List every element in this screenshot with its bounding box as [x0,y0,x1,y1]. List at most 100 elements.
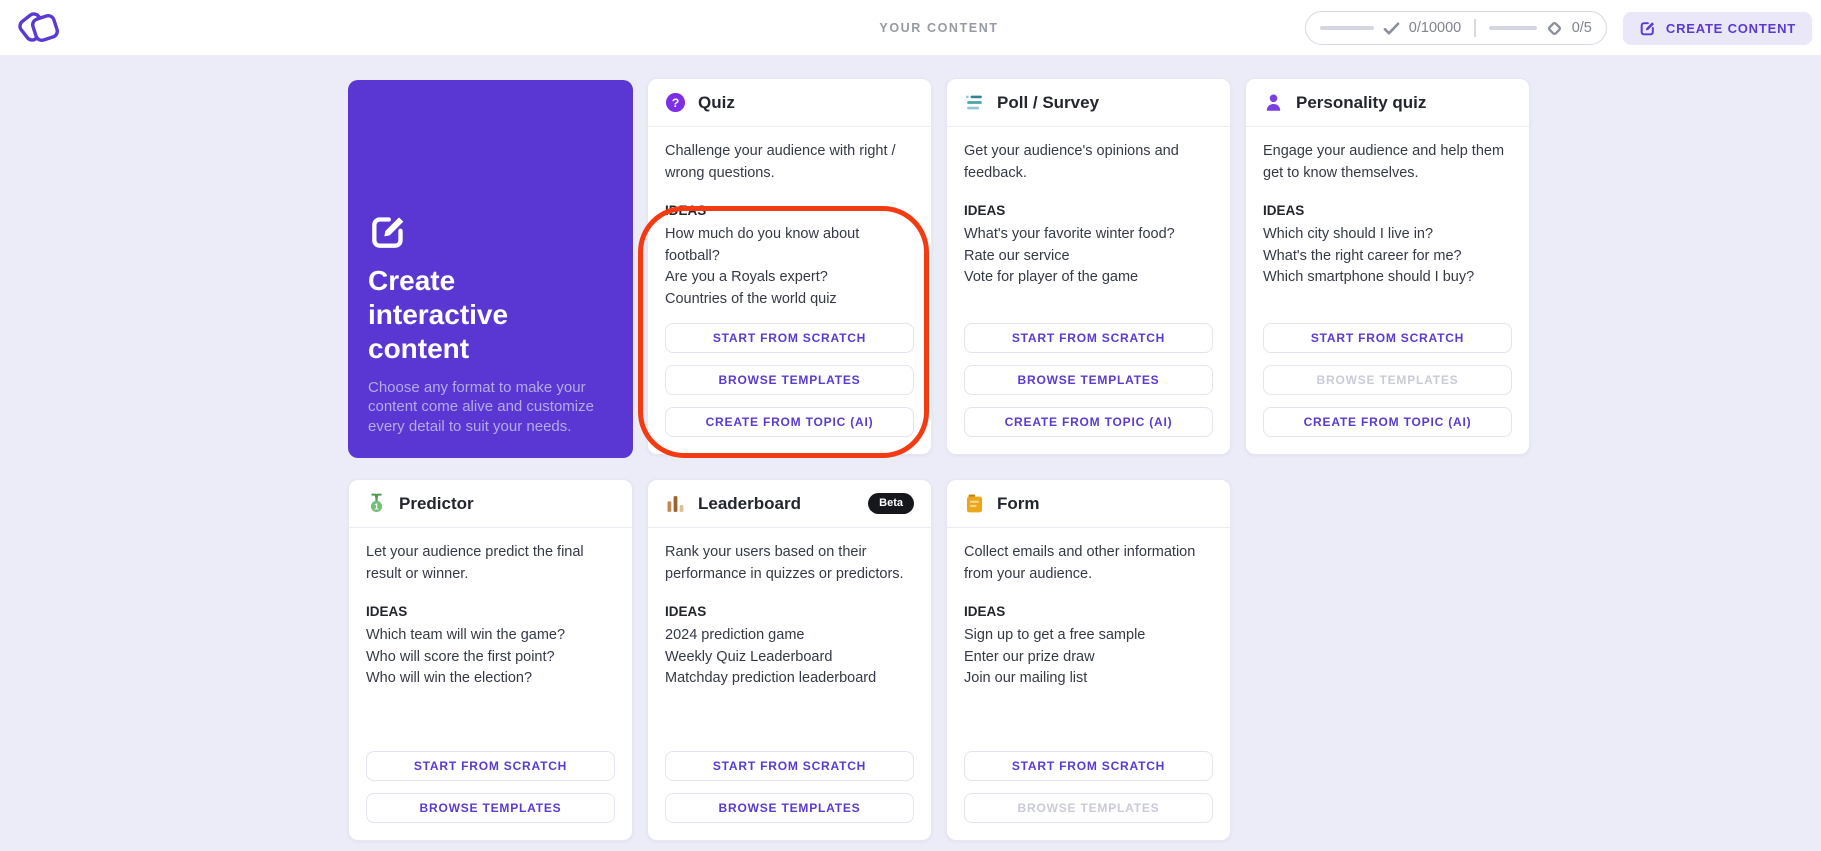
start-from-scratch-button[interactable]: START FROM SCRATCH [366,751,615,781]
create-from-topic-ai-button[interactable]: CREATE FROM TOPIC (AI) [1263,407,1512,437]
card-title: Quiz [698,92,735,112]
pill-divider [1474,19,1476,37]
idea-item: What's your favorite winter food? [964,226,1175,242]
card-leaderboard-header: Leaderboard Beta [648,480,931,528]
ideas-heading: IDEAS [665,604,707,619]
app-logo[interactable] [14,7,62,49]
diamond-icon [1547,21,1561,35]
responses-usage-value: 0/10000 [1408,20,1462,36]
idea-item: Which team will win the game? [366,627,566,643]
idea-item: Who will score the first point? [366,648,555,665]
card-poll-body: Get your audience's opinions and feedbac… [947,127,1230,454]
svg-text:?: ? [672,96,680,110]
edit-pencil-icon [372,216,404,248]
browse-templates-button[interactable]: BROWSE TEMPLATES [366,793,615,823]
hero-card: Create interactive content Choose any fo… [348,80,633,458]
card-title: Poll / Survey [997,92,1100,112]
create-content-button[interactable]: CREATE CONTENT [1622,11,1812,45]
responses-progress-track [1319,26,1374,30]
browse-templates-button[interactable]: BROWSE TEMPLATES [665,793,914,823]
card-personality-buttons: START FROM SCRATCH BROWSE TEMPLATES CREA… [1263,323,1512,437]
create-content-label: CREATE CONTENT [1665,20,1796,36]
idea-item: Countries of the world quiz [665,290,837,307]
form-clipboard-icon [966,494,983,513]
create-from-topic-ai-button[interactable]: CREATE FROM TOPIC (AI) [964,407,1213,437]
check-icon [1383,21,1400,35]
ideas-heading: IDEAS [964,203,1006,218]
ideas-heading: IDEAS [1263,203,1305,218]
card-leaderboard-buttons: START FROM SCRATCH BROWSE TEMPLATES [665,751,914,823]
card-description: Engage your audience and help them get t… [1263,143,1505,181]
browse-templates-button-disabled: BROWSE TEMPLATES [964,793,1213,823]
card-description: Collect emails and other information fro… [964,544,1196,582]
beta-badge: Beta [868,493,914,514]
card-description: Get your audience's opinions and feedbac… [964,143,1179,181]
ideas-heading: IDEAS [964,604,1006,619]
card-leaderboard-body: Rank your users based on their performan… [648,528,931,840]
card-predictor: 1 Predictor Let your audience predict th… [348,479,633,841]
content-usage-value: 0/5 [1571,20,1592,36]
idea-item: Which smartphone should I buy? [1263,269,1475,285]
top-right-controls: 0/10000 0/5 CREATE CONTENT [1304,0,1812,56]
hero-title: Create interactive content [368,264,509,364]
card-personality-header: Personality quiz [1246,79,1529,127]
card-form-buttons: START FROM SCRATCH BROWSE TEMPLATES [964,751,1213,823]
card-predictor-buttons: START FROM SCRATCH BROWSE TEMPLATES [366,751,615,823]
idea-item: 2024 prediction game [665,627,805,643]
medal-icon: 1 [370,493,383,513]
idea-item: Sign up to get a free sample [964,627,1146,643]
card-description: Let your audience predict the final resu… [366,544,584,582]
card-title: Leaderboard [698,493,801,513]
top-bar: YOUR CONTENT 0/10000 0/5 CREATE CONTENT [0,0,1821,56]
browse-templates-button-disabled: BROWSE TEMPLATES [1263,365,1512,395]
card-personality-body: Engage your audience and help them get t… [1246,127,1529,454]
logo-icon [18,12,60,43]
card-description: Challenge your audience with right / wro… [665,143,896,181]
card-predictor-body: Let your audience predict the final resu… [349,528,632,840]
idea-item: Enter our prize draw [964,648,1095,665]
card-title: Personality quiz [1296,92,1427,112]
page-title: YOUR CONTENT [879,21,999,35]
start-from-scratch-button[interactable]: START FROM SCRATCH [665,323,914,353]
idea-item: Rate our service [964,247,1070,264]
idea-item: Join our mailing list [964,670,1088,686]
app-window: YOUR CONTENT 0/10000 0/5 CREATE CONTENT … [0,0,1821,851]
browse-templates-button[interactable]: BROWSE TEMPLATES [665,365,914,395]
idea-item: Are you a Royals expert? [665,269,828,285]
card-quiz: ? Quiz Challenge your audience with righ… [647,78,932,455]
hero-description: Choose any format to make your content c… [368,378,594,435]
card-poll-survey: Poll / Survey Get your audience's opinio… [946,78,1231,455]
ideas-heading: IDEAS [665,203,707,218]
idea-item: Matchday prediction leaderboard [665,670,877,686]
card-form-body: Collect emails and other information fro… [947,528,1230,840]
start-from-scratch-button[interactable]: START FROM SCRATCH [964,323,1213,353]
card-poll-buttons: START FROM SCRATCH BROWSE TEMPLATES CREA… [964,323,1213,437]
create-from-topic-ai-button[interactable]: CREATE FROM TOPIC (AI) [665,407,914,437]
start-from-scratch-button[interactable]: START FROM SCRATCH [964,751,1213,781]
question-mark-icon: ? [665,92,686,113]
card-form: Form Collect emails and other informatio… [946,479,1231,841]
card-quiz-buttons: START FROM SCRATCH BROWSE TEMPLATES CREA… [665,323,914,437]
card-personality-quiz: Personality quiz Engage your audience an… [1245,78,1530,455]
svg-text:1: 1 [374,502,379,512]
browse-templates-button[interactable]: BROWSE TEMPLATES [964,365,1213,395]
start-from-scratch-button[interactable]: START FROM SCRATCH [665,751,914,781]
card-form-header: Form [947,480,1230,528]
idea-item: Weekly Quiz Leaderboard [665,648,833,665]
card-quiz-header: ? Quiz [648,79,931,127]
content-progress-track [1488,26,1537,30]
card-leaderboard: Leaderboard Beta Rank your users based o… [647,479,932,841]
bar-chart-icon [667,496,684,512]
idea-item: How much do you know about football? [665,226,860,264]
card-description: Rank your users based on their performan… [665,544,904,582]
ideas-heading: IDEAS [366,604,408,619]
person-icon [1266,94,1281,111]
poll-lines-icon [966,95,982,110]
edit-pencil-icon [1640,21,1654,35]
card-poll-header: Poll / Survey [947,79,1230,127]
card-quiz-body: Challenge your audience with right / wro… [648,127,931,454]
card-predictor-header: 1 Predictor [349,480,632,528]
card-title: Form [997,493,1040,513]
idea-item: What's the right career for me? [1263,247,1462,264]
start-from-scratch-button[interactable]: START FROM SCRATCH [1263,323,1512,353]
